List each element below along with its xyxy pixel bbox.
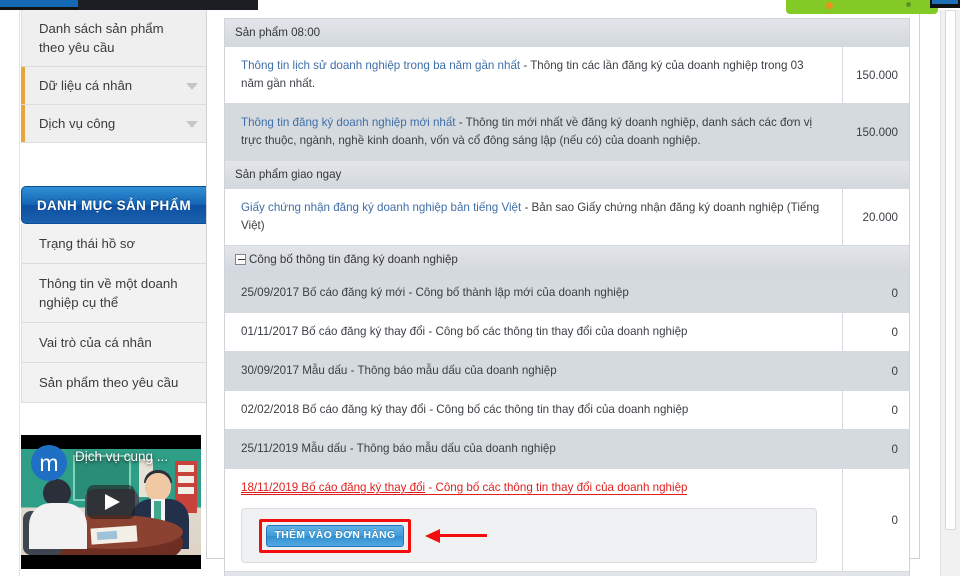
category-header-button[interactable]: DANH MỤC SẢN PHẨM [21,186,211,224]
row-description: 25/09/2017 Bố cáo đăng ký mới - Công bố … [225,274,842,312]
product-desc: - Công bố các thông tin thay đổi của doa… [426,403,689,416]
category-item-label: Sản phẩm theo yêu cầu [39,375,179,390]
section-title: Sản phẩm 08:00 [235,26,321,39]
group-title: Công bố thông tin đăng ký doanh nghiệp [249,253,458,266]
table-section-header: Sản phẩm 08:00 [225,19,909,47]
sidebar-item-label: Dịch vụ công [39,116,116,131]
table-row[interactable]: 01/11/2017 Bố cáo đăng ký thay đổi - Côn… [225,313,909,352]
table-row[interactable]: Thông tin đăng ký doanh nghiệp mới nhất … [225,104,909,161]
category-list: Trạng thái hồ sơ Thông tin về một doanh … [21,224,211,403]
browser-tab-inactive[interactable] [78,0,258,10]
table-row[interactable]: 30/09/2017 Mẫu dấu - Thông báo mẫu dấu c… [225,352,909,391]
row-description: Giấy chứng nhận đăng ký doanh nghiệp bản… [225,189,842,245]
table-row[interactable]: 25/09/2017 Bố cáo đăng ký mới - Công bố … [225,274,909,313]
row-price: 150.000 [842,104,909,160]
chevron-down-icon [186,82,198,90]
page-root: Danh sách sản phẩm theo yêu cầu Dữ liệu … [0,0,960,576]
video-documents [90,525,138,545]
scrollbar-thumb[interactable] [945,10,956,530]
product-link[interactable]: Thông tin lịch sử doanh nghiệp trong ba … [241,59,520,72]
product-desc-selected: - Công bố các thông tin thay đổi của doa… [425,481,688,494]
row-description: Thông tin lịch sử doanh nghiệp trong ba … [225,47,842,103]
sidebar-item-profile-status[interactable]: Trạng thái hồ sơ [22,224,210,264]
page-right-margin [920,10,939,576]
sidebar-item-company-info[interactable]: Thông tin về một doanh nghiệp cụ thể [22,264,210,323]
attachments-header[interactable]: Tài liệu đính kèm [225,572,909,576]
sidebar-item-label: Dữ liệu cá nhân [39,78,133,93]
product-desc: - Công bố thành lập mới của doanh nghiệp [405,286,629,299]
table-row[interactable]: 25/11/2019 Mẫu dấu - Thông báo mẫu dấu c… [225,430,909,469]
category-header-label: DANH MỤC SẢN PHẨM [37,197,191,213]
product-link[interactable]: 01/11/2017 Bố cáo đăng ký thay đổi [241,325,425,338]
row-description: 18/11/2019 Bố cáo đăng ký thay đổi - Côn… [225,469,842,571]
main-content-panel: Sản phẩm 08:00 Thông tin lịch sử doanh n… [206,10,920,576]
product-desc: - Thông báo mẫu dấu của doanh nghiệp [347,364,557,377]
table-section-header: Sản phẩm giao ngay [225,161,909,189]
product-desc: - Công bố các thông tin thay đổi của doa… [425,325,688,338]
category-item-label: Vai trò của cá nhân [39,335,152,350]
banner-dot-dark-icon [906,2,911,7]
sidebar-item-public-service[interactable]: Dịch vụ công [21,105,210,142]
row-price: 0 [842,274,909,312]
product-link[interactable]: 25/11/2019 Mẫu dấu [241,442,347,455]
scrollbar-track[interactable] [940,10,960,576]
table-group-header[interactable]: Công bố thông tin đăng ký doanh nghiệp [225,246,909,274]
sidebar-left-rail [0,10,20,576]
video-channel-avatar[interactable]: m [31,445,67,481]
row-description: Thông tin đăng ký doanh nghiệp mới nhất … [225,104,842,160]
sidebar-item-product-list[interactable]: Danh sách sản phẩm theo yêu cầu [22,10,210,67]
row-price: 0 [842,313,909,351]
sidebar: Danh sách sản phẩm theo yêu cầu Dữ liệu … [0,10,222,576]
row-description: 25/11/2019 Mẫu dấu - Thông báo mẫu dấu c… [225,430,842,468]
table-row[interactable]: Thông tin lịch sử doanh nghiệp trong ba … [225,47,909,104]
table-row[interactable]: Giấy chứng nhận đăng ký doanh nghiệp bản… [225,189,909,246]
video-person-left-body [29,503,87,549]
browser-tab-active[interactable] [0,0,78,7]
red-arrow-icon [425,529,487,543]
sidebar-item-on-request-products[interactable]: Sản phẩm theo yêu cầu [22,363,210,402]
table-row[interactable]: 02/02/2018 Bố cáo đăng ký thay đổi - Côn… [225,391,909,430]
minus-box-icon[interactable] [235,254,246,265]
product-link[interactable]: 30/09/2017 Mẫu dấu [241,364,347,377]
video-embed[interactable]: m Dịch vụ cung ... [21,435,201,569]
row-price: 150.000 [842,47,909,103]
category-item-label: Thông tin về một doanh nghiệp cụ thể [39,276,178,310]
video-title[interactable]: Dịch vụ cung ... [75,449,168,464]
product-link[interactable]: Giấy chứng nhận đăng ký doanh nghiệp bản… [241,201,521,214]
row-description: 01/11/2017 Bố cáo đăng ký thay đổi - Côn… [225,313,842,351]
row-description: 30/09/2017 Mẫu dấu - Thông báo mẫu dấu c… [225,352,842,390]
category-item-label: Trạng thái hồ sơ [39,236,136,251]
sidebar-item-personal-data[interactable]: Dữ liệu cá nhân [21,67,210,105]
banner-dot-orange-icon [826,2,833,9]
product-link[interactable]: 02/02/2018 Bố cáo đăng ký thay đổi [241,403,426,416]
row-price: 0 [842,430,909,468]
row-description: 02/02/2018 Bố cáo đăng ký thay đổi - Côn… [225,391,842,429]
browser-right-tab-accent [932,0,958,4]
sidebar-item-personal-role[interactable]: Vai trò của cá nhân [22,323,210,363]
annotation-highlight-box [259,519,411,553]
chevron-down-icon [186,120,198,128]
row-price: 0 [842,469,909,571]
product-table: Sản phẩm 08:00 Thông tin lịch sử doanh n… [224,18,910,576]
product-link-selected[interactable]: 18/11/2019 Bố cáo đăng ký thay đổi [241,481,425,494]
row-price: 0 [842,352,909,390]
table-row-selected[interactable]: 18/11/2019 Bố cáo đăng ký thay đổi - Côn… [225,469,909,572]
add-to-order-zone: THÊM VÀO ĐƠN HÀNG [241,508,817,563]
row-price: 20.000 [842,189,909,245]
row-price: 0 [842,391,909,429]
floating-green-banner[interactable] [786,0,938,14]
product-link[interactable]: 25/09/2017 Bố cáo đăng ký mới [241,286,405,299]
product-link[interactable]: Thông tin đăng ký doanh nghiệp mới nhất [241,116,456,129]
play-icon[interactable] [87,485,135,519]
product-desc: - Thông báo mẫu dấu của doanh nghiệp [346,442,556,455]
sidebar-nav-group: Danh sách sản phẩm theo yêu cầu Dữ liệu … [21,10,211,143]
video-person-right-head [145,473,171,501]
section-title: Sản phẩm giao ngay [235,168,342,181]
sidebar-item-label: Danh sách sản phẩm theo yêu cầu [39,21,164,55]
